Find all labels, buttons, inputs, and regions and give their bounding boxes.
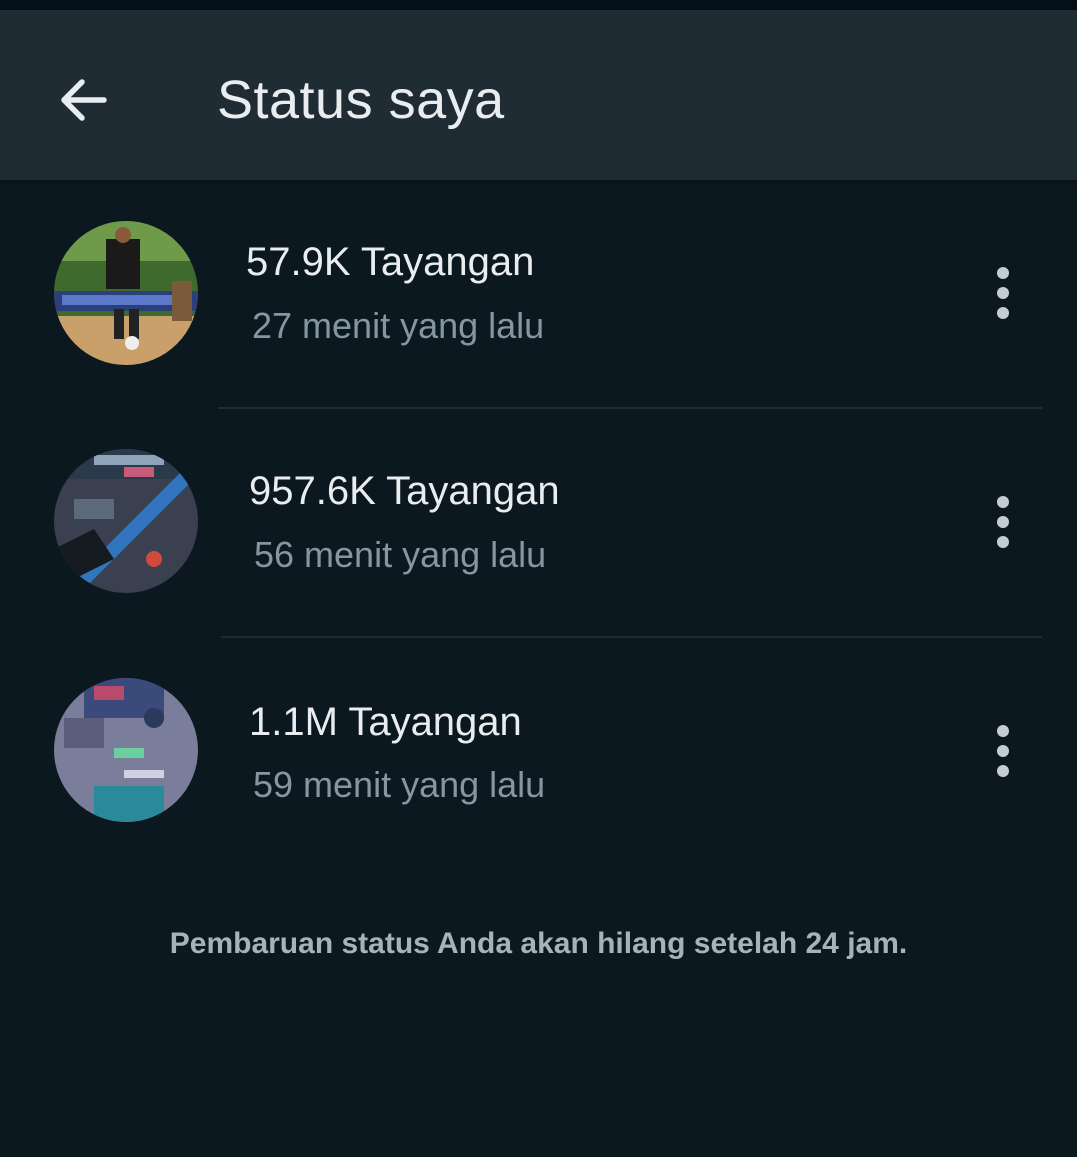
status-thumbnail [54,449,198,593]
app-bar: Status saya [0,10,1077,180]
arrow-left-icon [61,79,107,121]
status-time: 56 menit yang lalu [254,534,547,575]
status-time: 59 menit yang lalu [253,764,546,805]
more-vertical-icon [997,725,1009,777]
status-views: 957.6K Tayangan [249,469,560,513]
back-button[interactable] [44,60,124,140]
page-title: Status saya [217,70,505,130]
status-views: 1.1M Tayangan [249,700,522,744]
status-expiry-note: Pembaruan status Anda akan hilang setela… [169,927,908,960]
status-bar [0,0,1077,10]
status-item[interactable]: 1.1M Tayangan 59 menit yang lalu [0,638,1077,867]
status-menu-button[interactable] [978,482,1028,562]
status-time: 27 menit yang lalu [252,305,545,346]
status-thumbnail [54,678,198,822]
more-vertical-icon [997,496,1009,548]
more-vertical-icon [997,267,1009,319]
status-item[interactable]: 957.6K Tayangan 56 menit yang lalu [0,409,1077,638]
status-menu-button[interactable] [978,253,1028,333]
status-views: 57.9K Tayangan [246,240,535,284]
status-menu-button[interactable] [978,711,1028,791]
status-item[interactable]: 57.9K Tayangan 27 menit yang lalu [0,180,1077,409]
status-thumbnail [54,221,198,365]
